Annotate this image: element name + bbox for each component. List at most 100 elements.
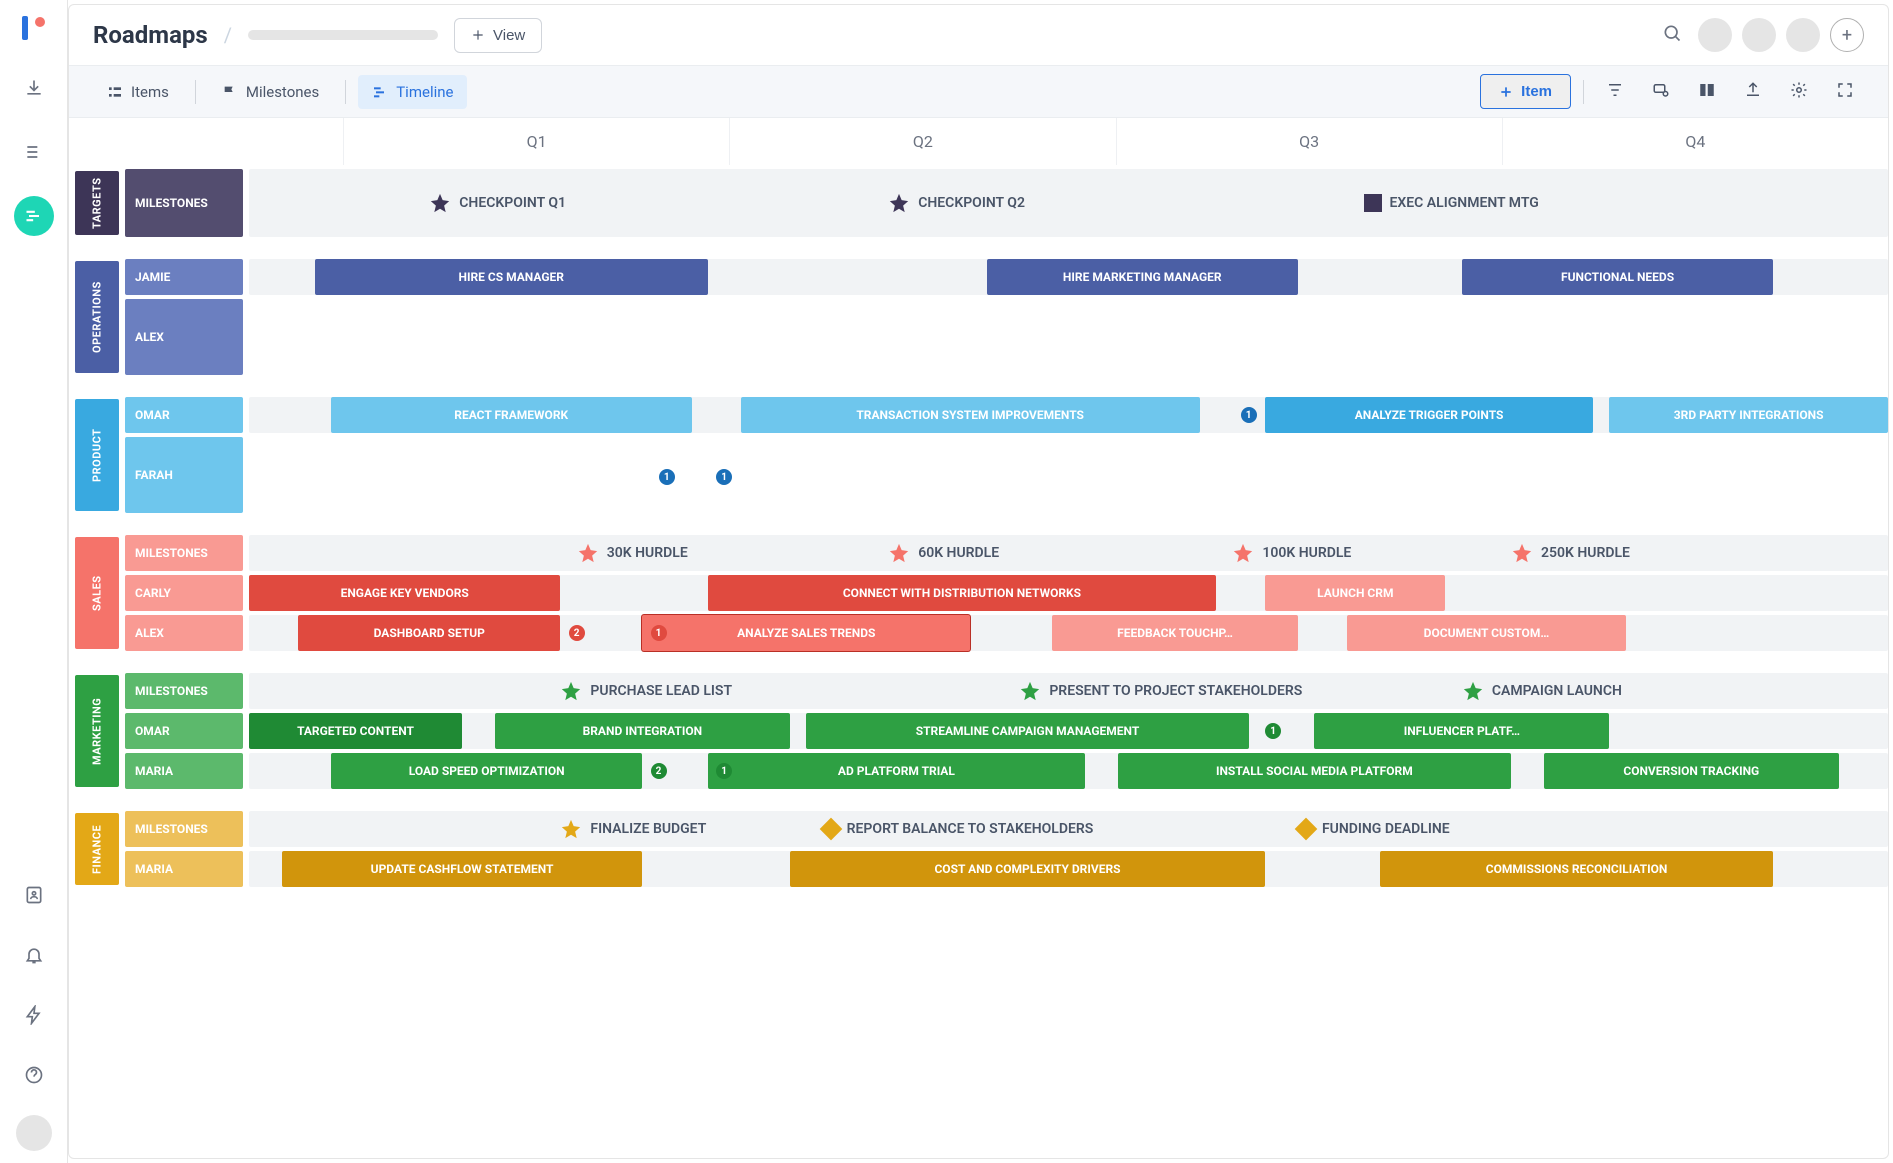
timeline-bar[interactable]: BRAND INTEGRATION	[495, 713, 790, 749]
milestone[interactable]: REPORT BALANCE TO STAKEHOLDERS	[823, 811, 1094, 847]
bell-icon[interactable]	[14, 935, 54, 975]
timeline-track[interactable]: ENGAGE KEY VENDORS CONNECT WITH DISTRIBUT…	[249, 575, 1888, 611]
timeline-bar[interactable]: LAUNCH CRM	[1265, 575, 1445, 611]
timeline-track[interactable]: PURCHASE LEAD LIST PRESENT TO PROJECT STA…	[249, 673, 1888, 709]
tab-milestones[interactable]: Milestones	[208, 75, 333, 109]
header-avatar-3[interactable]	[1786, 18, 1820, 52]
filter-icon[interactable]	[1596, 75, 1634, 109]
export-icon[interactable]	[1734, 75, 1772, 109]
tab-items[interactable]: Items	[93, 75, 183, 109]
milestone[interactable]: PRESENT TO PROJECT STAKEHOLDERS	[1019, 673, 1302, 709]
roadmap-icon[interactable]	[14, 196, 54, 236]
group-marketing: MARKETING	[75, 675, 119, 787]
tab-timeline[interactable]: Timeline	[358, 75, 467, 109]
milestone[interactable]: FUNDING DEADLINE	[1298, 811, 1450, 847]
timeline-bar[interactable]: ANALYZE SALES TRENDS	[642, 615, 970, 651]
header-avatar-1[interactable]	[1698, 18, 1732, 52]
tab-timeline-label: Timeline	[396, 83, 453, 101]
add-collaborator-button[interactable]: +	[1830, 18, 1864, 52]
view-button-label: View	[493, 27, 525, 44]
quarter-q2: Q2	[729, 118, 1115, 165]
timeline-bar[interactable]: HIRE MARKETING MANAGER	[987, 259, 1298, 295]
timeline-bar[interactable]: COMMISSIONS RECONCILIATION	[1380, 851, 1773, 887]
timeline-bar[interactable]: ANALYZE TRIGGER POINTS	[1265, 397, 1593, 433]
milestone-label: PURCHASE LEAD LIST	[590, 683, 732, 699]
milestone-label: 100K HURDLE	[1262, 545, 1351, 561]
dependency-badge[interactable]: 2	[569, 625, 585, 641]
timeline-bar[interactable]: INFLUENCER PLATF…	[1314, 713, 1609, 749]
milestone[interactable]: 60K HURDLE	[888, 535, 999, 571]
row-label: MARIA	[125, 753, 243, 789]
timeline-track[interactable]: DASHBOARD SETUP ANALYZE SALES TRENDS FEEDB…	[249, 615, 1888, 651]
timeline-track[interactable]: UPDATE CASHFLOW STATEMENT COST AND COMPLE…	[249, 851, 1888, 887]
milestone[interactable]: CHECKPOINT Q2	[888, 169, 1025, 237]
timeline-bar[interactable]: HIRE CS MANAGER	[315, 259, 708, 295]
help-icon[interactable]	[14, 1055, 54, 1095]
search-icon[interactable]	[1656, 17, 1688, 53]
timeline-track[interactable]: 30K HURDLE 60K HURDLE 100K HURDLE 250K HURD…	[249, 535, 1888, 571]
timeline-track[interactable]: LOAD SPEED OPTIMIZATION AD PLATFORM TRIAL…	[249, 753, 1888, 789]
milestone[interactable]: PURCHASE LEAD LIST	[560, 673, 732, 709]
add-item-button[interactable]: Item	[1480, 74, 1571, 109]
timeline-track[interactable]: FINALIZE BUDGET REPORT BALANCE TO STAKEHO…	[249, 811, 1888, 847]
timeline-bar[interactable]: REACT FRAMEWORK	[331, 397, 692, 433]
timeline-bar[interactable]: FEEDBACK TOUCHP…	[1052, 615, 1298, 651]
bolt-icon[interactable]	[14, 995, 54, 1035]
milestone[interactable]: CHECKPOINT Q1	[429, 169, 566, 237]
timeline-bar[interactable]: LOAD SPEED OPTIMIZATION	[331, 753, 642, 789]
timeline-bar[interactable]: 3RD PARTY INTEGRATIONS	[1609, 397, 1888, 433]
list-icon[interactable]	[14, 132, 54, 172]
header-avatar-2[interactable]	[1742, 18, 1776, 52]
app-logo	[18, 12, 50, 44]
timeline-header: Q1 Q2 Q3 Q4	[69, 118, 1888, 165]
timeline-bar[interactable]: INSTALL SOCIAL MEDIA PLATFORM	[1118, 753, 1511, 789]
row-label: MILESTONES	[125, 535, 243, 571]
breadcrumb-placeholder	[248, 30, 438, 40]
fullscreen-icon[interactable]	[1826, 75, 1864, 109]
user-avatar[interactable]	[16, 1115, 52, 1151]
dependency-badge[interactable]: 1	[1241, 407, 1257, 423]
timeline-bar[interactable]: UPDATE CASHFLOW STATEMENT	[282, 851, 643, 887]
timeline-bar[interactable]: DOCUMENT CUSTOM…	[1347, 615, 1626, 651]
dependency-badge[interactable]: 2	[651, 763, 667, 779]
milestone[interactable]: EXEC ALIGNMENT MTG	[1364, 169, 1539, 237]
timeline-track[interactable]: CHECKPOINT Q1 CHECKPOINT Q2 EXEC ALIGNMENT…	[249, 169, 1888, 237]
dependency-badge[interactable]: 1	[659, 469, 675, 485]
timeline-bar[interactable]: AD PLATFORM TRIAL	[708, 753, 1085, 789]
timeline-track[interactable]: HIRE CS MANAGER HIRE MARKETING MANAGER FUN…	[249, 259, 1888, 295]
dependency-badge[interactable]: 1	[1265, 723, 1281, 739]
milestone-label: PRESENT TO PROJECT STAKEHOLDERS	[1049, 683, 1302, 699]
dependency-badge[interactable]: 1	[651, 625, 667, 641]
timeline-track[interactable]: TARGETED CONTENT BRAND INTEGRATION STREAML…	[249, 713, 1888, 749]
toolbar-divider	[345, 80, 346, 104]
settings-icon[interactable]	[1780, 75, 1818, 109]
milestone[interactable]: 30K HURDLE	[577, 535, 688, 571]
timeline-bar[interactable]: TRANSACTION SYSTEM IMPROVEMENTS	[741, 397, 1200, 433]
page-title: Roadmaps	[93, 21, 208, 49]
dependency-badge[interactable]: 1	[716, 763, 732, 779]
top-bar: Roadmaps / View +	[69, 5, 1888, 65]
timeline-bar[interactable]: CONNECT WITH DISTRIBUTION NETWORKS	[708, 575, 1216, 611]
link-icon[interactable]	[1642, 75, 1680, 109]
row-label: ALEX	[125, 299, 243, 375]
timeline-bar[interactable]: COST AND COMPLEXITY DRIVERS	[790, 851, 1265, 887]
timeline-bar[interactable]: ENGAGE KEY VENDORS	[249, 575, 560, 611]
milestone[interactable]: 250K HURDLE	[1511, 535, 1630, 571]
download-icon[interactable]	[14, 68, 54, 108]
milestone-label: 250K HURDLE	[1541, 545, 1630, 561]
timeline-bar[interactable]: DASHBOARD SETUP	[298, 615, 560, 651]
group-product: PRODUCT	[75, 399, 119, 511]
milestone[interactable]: FINALIZE BUDGET	[560, 811, 706, 847]
contacts-icon[interactable]	[14, 875, 54, 915]
milestone[interactable]: 100K HURDLE	[1232, 535, 1351, 571]
milestone[interactable]: CAMPAIGN LAUNCH	[1462, 673, 1622, 709]
row-label: OMAR	[125, 713, 243, 749]
add-view-button[interactable]: View	[454, 18, 542, 53]
timeline-bar[interactable]: STREAMLINE CAMPAIGN MANAGEMENT	[806, 713, 1249, 749]
timeline-track[interactable]: REACT FRAMEWORK TRANSACTION SYSTEM IMPROV…	[249, 397, 1888, 433]
timeline-bar[interactable]: TARGETED CONTENT	[249, 713, 462, 749]
dependency-badge[interactable]: 1	[716, 469, 732, 485]
layout-icon[interactable]	[1688, 75, 1726, 109]
timeline-bar[interactable]: FUNCTIONAL NEEDS	[1462, 259, 1773, 295]
timeline-bar[interactable]: CONVERSION TRACKING	[1544, 753, 1839, 789]
